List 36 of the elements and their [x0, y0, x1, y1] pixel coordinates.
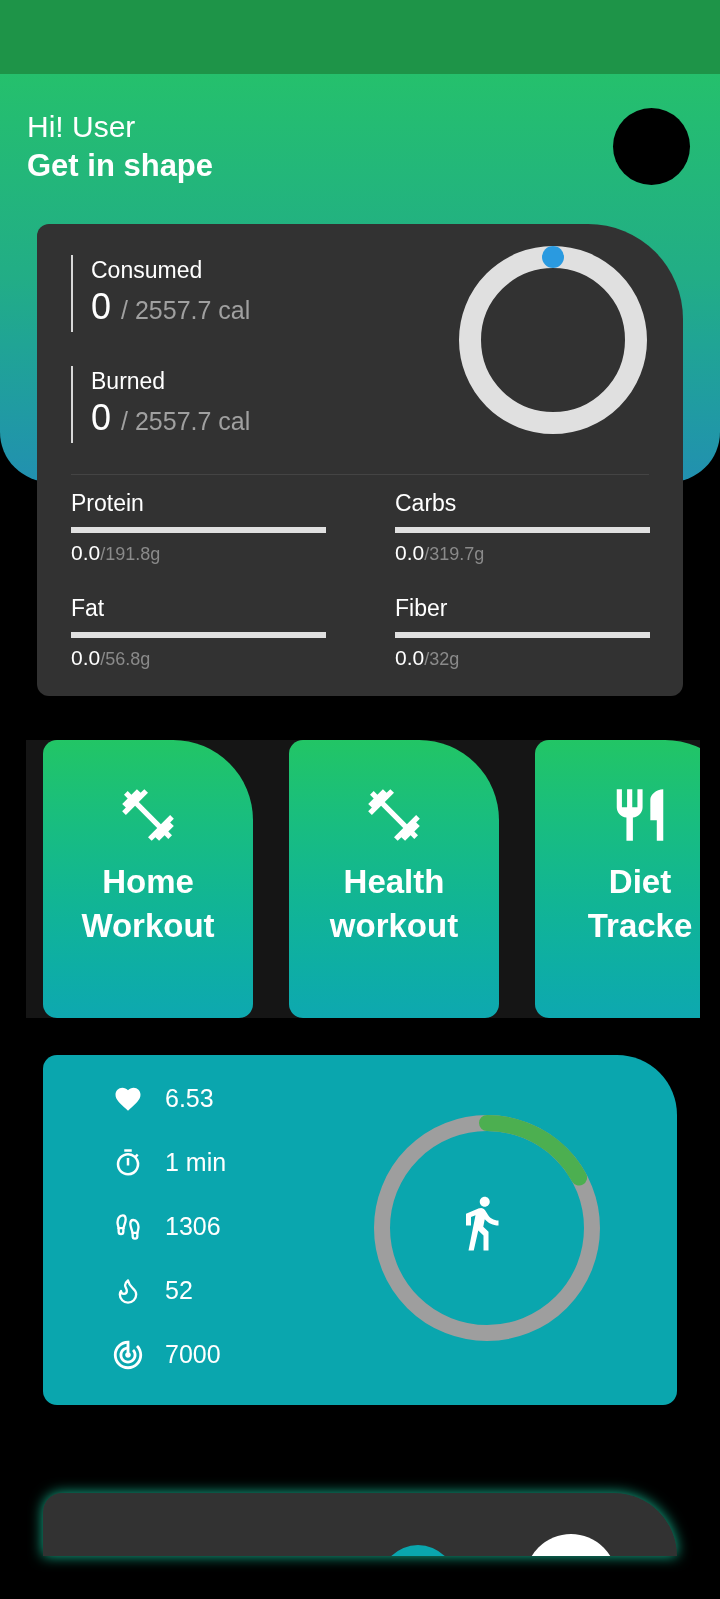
calorie-value: 0 [91, 396, 112, 440]
stat-value: 1306 [165, 1211, 221, 1243]
macro-target: /319.7g [424, 543, 485, 566]
calorie-value: 0 [91, 285, 112, 329]
macro-value: 0.0 [71, 645, 101, 671]
macro-label: Protein [71, 489, 145, 517]
macro-value: 0.0 [395, 540, 425, 566]
calorie-label: Burned [91, 367, 167, 396]
macro-target: /191.8g [100, 543, 161, 566]
shortcut-tile[interactable]: Health workout [289, 740, 499, 1018]
macro-target: /32g [424, 648, 460, 671]
tile-title: Diet [608, 862, 672, 902]
macro-target: /56.8g [100, 648, 151, 671]
calorie-label: Consumed [91, 256, 204, 285]
target-icon [111, 1338, 145, 1372]
macro-value: 0.0 [395, 645, 425, 671]
macro-label: Carbs [395, 489, 458, 517]
tile-title: Health [343, 862, 445, 902]
macro-label: Fat [71, 594, 106, 622]
tile-title: workout [329, 906, 459, 946]
stat-value: 1 min [165, 1147, 227, 1179]
stat-value: 6.53 [165, 1083, 214, 1115]
macro-value: 0.0 [71, 540, 101, 566]
tile-title: Home [102, 862, 194, 902]
calorie-target: / 2557.7 cal [121, 406, 251, 437]
tile-title: Workout [81, 906, 215, 946]
tile-title: Tracke [587, 906, 693, 946]
stat-value: 52 [165, 1275, 193, 1307]
stat-value: 7000 [165, 1339, 221, 1371]
shortcut-tile[interactable]: Home Workout [43, 740, 253, 1018]
subtitle: Get in shape [27, 147, 214, 185]
macro-label: Fiber [395, 594, 449, 622]
calorie-target: / 2557.7 cal [121, 295, 251, 326]
footprints-icon [114, 1213, 142, 1241]
greeting: Hi! User [27, 109, 137, 145]
shortcut-tile[interactable]: Diet Tracke [535, 740, 700, 1018]
